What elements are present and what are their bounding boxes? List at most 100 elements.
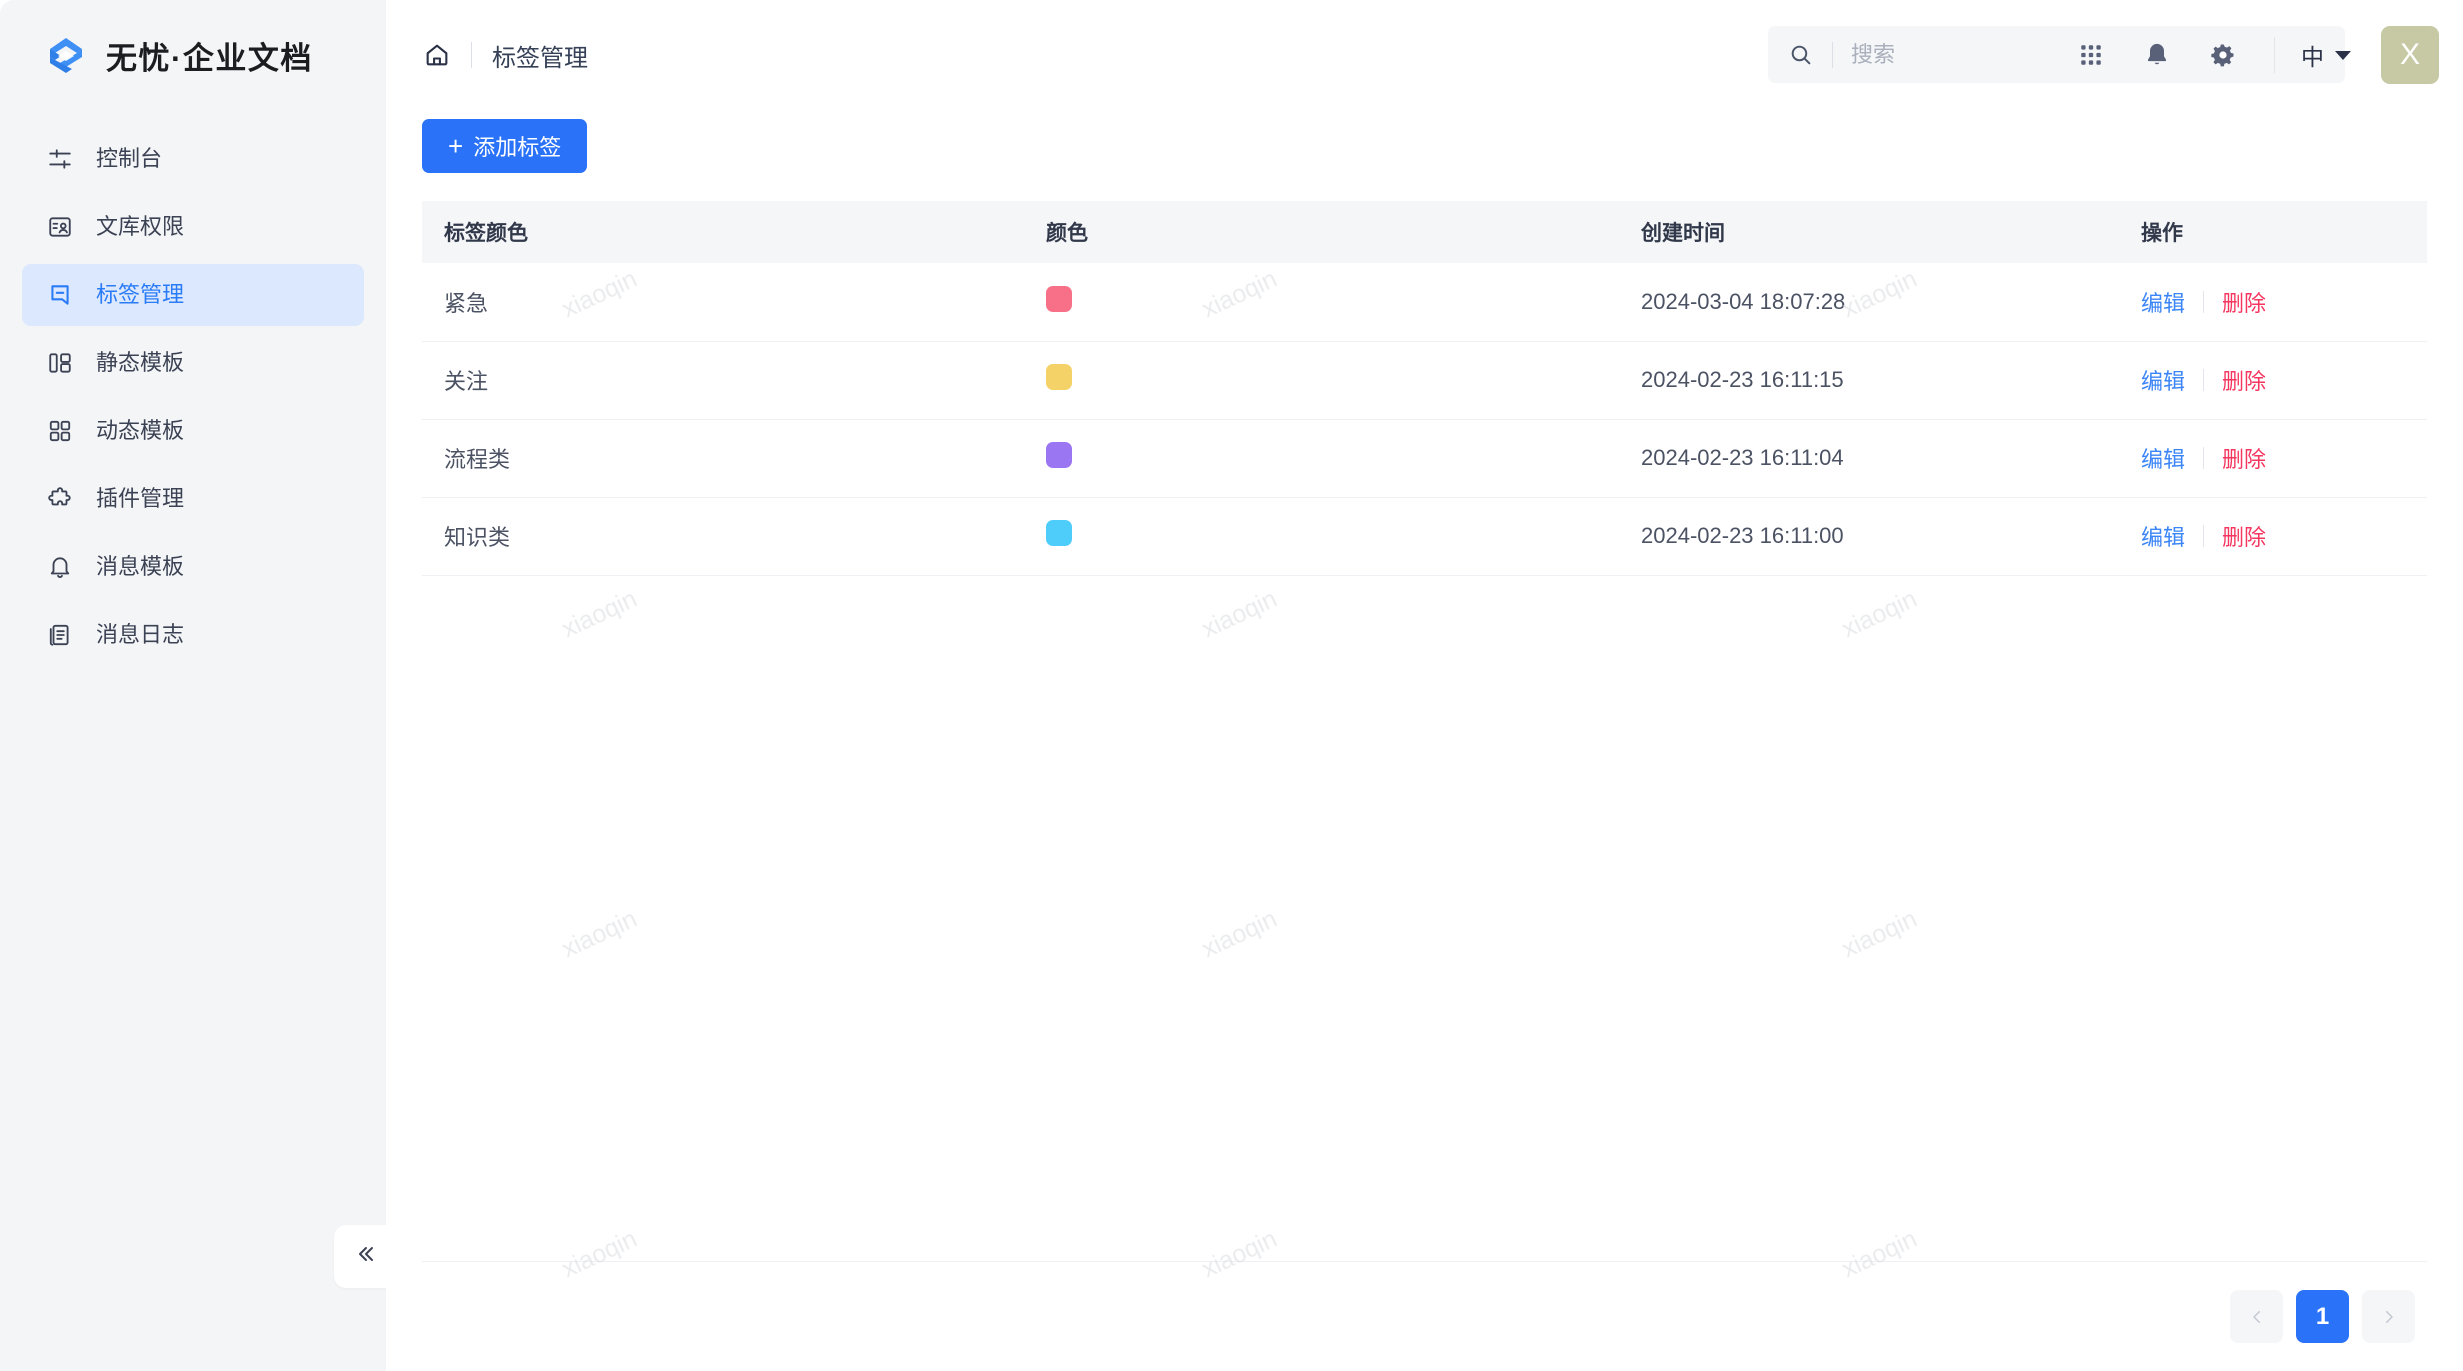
delete-link[interactable]: 删除: [2222, 286, 2266, 318]
layout-01-icon: [47, 350, 73, 376]
sidebar-item-label: 插件管理: [96, 486, 185, 511]
add-tag-label: 添加标签: [473, 135, 562, 160]
sidebar-item-label: 标签管理: [96, 282, 185, 307]
cell-created-time: 2024-03-04 18:07:28: [1627, 263, 2127, 342]
pagination: 1: [422, 1261, 2427, 1371]
breadcrumb-separator: [471, 42, 472, 68]
content-area: + 添加标签 标签颜色 颜色 创建时间 操作 紧急 2024-03-04 18:…: [386, 110, 2463, 1371]
delete-link[interactable]: 删除: [2222, 520, 2266, 552]
bookmark-icon: [47, 282, 73, 308]
sidebar-item-message-log[interactable]: 消息日志: [22, 604, 364, 666]
header-divider: [2274, 37, 2275, 73]
sidebar-item-plugin-management[interactable]: 插件管理: [22, 468, 364, 530]
watermark-text: xiaoqin: [0, 0, 2, 4]
tags-table: 标签颜色 颜色 创建时间 操作 紧急 2024-03-04 18:07:28 编…: [422, 201, 2427, 576]
bell-icon: [47, 554, 73, 580]
sidebar-item-label: 消息模板: [96, 554, 185, 579]
column-header-created: 创建时间: [1627, 201, 2127, 263]
pagination-prev-button[interactable]: [2230, 1290, 2283, 1343]
cell-created-time: 2024-02-23 16:11:15: [1627, 341, 2127, 420]
avatar[interactable]: X: [2381, 26, 2439, 84]
cell-created-time: 2024-02-23 16:11:04: [1627, 419, 2127, 498]
sidebar-item-label: 消息日志: [96, 622, 185, 647]
pagination-page-1[interactable]: 1: [2296, 1290, 2349, 1343]
cell-color: [1032, 263, 1627, 342]
sidebar-nav: 控制台 文库权限 标签管理 静态模板 动态模板 插件管理 消息模板 消息日志: [0, 110, 386, 666]
table-head: 标签颜色 颜色 创建时间 操作: [422, 201, 2427, 263]
color-swatch: [1046, 442, 1072, 468]
operation-divider: [2203, 369, 2205, 391]
language-label: 中: [2301, 44, 2324, 70]
column-header-tag-name: 标签颜色: [422, 201, 1032, 263]
cell-operations: 编辑 删除: [2127, 419, 2427, 498]
delete-link[interactable]: 删除: [2222, 364, 2266, 396]
app-logo-icon: [42, 31, 90, 79]
edit-link[interactable]: 编辑: [2141, 520, 2185, 552]
sidebar-item-label: 动态模板: [96, 418, 185, 443]
cell-operations: 编辑 删除: [2127, 497, 2427, 576]
sliders-icon: [47, 146, 73, 172]
toolbar: + 添加标签: [422, 110, 2427, 201]
double-chevron-left-icon: [354, 1242, 378, 1271]
cell-operations: 编辑 删除: [2127, 341, 2427, 420]
edit-link[interactable]: 编辑: [2141, 364, 2185, 396]
chevron-down-icon: [2335, 50, 2351, 60]
sidebar-item-label: 静态模板: [96, 350, 185, 375]
sidebar-item-dynamic-template[interactable]: 动态模板: [22, 400, 364, 462]
delete-link[interactable]: 删除: [2222, 442, 2266, 474]
pagination-next-button[interactable]: [2362, 1290, 2415, 1343]
breadcrumb: 标签管理: [386, 38, 588, 73]
sidebar-item-label: 文库权限: [96, 214, 185, 239]
grid-apps-icon[interactable]: [2058, 22, 2124, 88]
color-swatch: [1046, 520, 1072, 546]
header-actions: 中 X: [2058, 0, 2439, 110]
brand[interactable]: 无忧·企业文档: [0, 0, 386, 110]
table-empty-space: [422, 576, 2427, 1262]
table-body: 紧急 2024-03-04 18:07:28 编辑 删除 关注 2024-02-…: [422, 263, 2427, 576]
book-user-icon: [47, 214, 73, 240]
bell-icon[interactable]: [2124, 22, 2190, 88]
search-divider: [1832, 41, 1833, 68]
sidebar: 无忧·企业文档 控制台 文库权限 标签管理 静态模板 动态模板 插件管理 消息模…: [0, 0, 386, 1371]
cell-operations: 编辑 删除: [2127, 263, 2427, 342]
sidebar-item-library-permission[interactable]: 文库权限: [22, 196, 364, 258]
search-icon: [1788, 42, 1814, 68]
main-area: 标签管理 搜索 中 X + 添加标签 标签颜色 颜色 创建时间 操作 紧急 20…: [386, 0, 2463, 1371]
column-header-operation: 操作: [2127, 201, 2427, 263]
document-icon: [47, 622, 73, 648]
add-tag-button[interactable]: + 添加标签: [422, 119, 588, 173]
table-header-row: 标签颜色 颜色 创建时间 操作: [422, 201, 2427, 263]
cell-color: [1032, 341, 1627, 420]
table-row[interactable]: 关注 2024-02-23 16:11:15 编辑 删除: [422, 341, 2427, 420]
gear-icon[interactable]: [2190, 22, 2256, 88]
top-header: 标签管理 搜索 中 X: [386, 0, 2463, 110]
sidebar-collapse-button[interactable]: [334, 1225, 386, 1288]
language-selector[interactable]: 中: [2293, 38, 2359, 72]
breadcrumb-current: 标签管理: [492, 44, 588, 72]
sidebar-item-tag-management[interactable]: 标签管理: [22, 264, 364, 326]
sidebar-item-console[interactable]: 控制台: [22, 128, 364, 190]
cell-tag-name: 关注: [422, 341, 1032, 420]
brand-title: 无忧·企业文档: [106, 40, 313, 76]
cell-tag-name: 流程类: [422, 419, 1032, 498]
sidebar-item-label: 控制台: [96, 146, 163, 171]
column-header-color: 颜色: [1032, 201, 1627, 263]
table-row[interactable]: 知识类 2024-02-23 16:11:00 编辑 删除: [422, 497, 2427, 576]
sidebar-item-message-template[interactable]: 消息模板: [22, 536, 364, 598]
operation-divider: [2203, 525, 2205, 547]
edit-link[interactable]: 编辑: [2141, 286, 2185, 318]
app-root: 无忧·企业文档 控制台 文库权限 标签管理 静态模板 动态模板 插件管理 消息模…: [0, 0, 2463, 1371]
cell-color: [1032, 419, 1627, 498]
color-swatch: [1046, 285, 1072, 312]
cell-tag-name: 紧急: [422, 263, 1032, 342]
cell-tag-name: 知识类: [422, 497, 1032, 576]
table-row[interactable]: 紧急 2024-03-04 18:07:28 编辑 删除: [422, 263, 2427, 342]
operation-divider: [2203, 447, 2205, 469]
table-row[interactable]: 流程类 2024-02-23 16:11:04 编辑 删除: [422, 419, 2427, 498]
edit-link[interactable]: 编辑: [2141, 442, 2185, 474]
cell-color: [1032, 497, 1627, 576]
cell-created-time: 2024-02-23 16:11:00: [1627, 497, 2127, 576]
sidebar-item-static-template[interactable]: 静态模板: [22, 332, 364, 394]
operation-divider: [2203, 290, 2205, 313]
home-icon[interactable]: [423, 41, 451, 69]
